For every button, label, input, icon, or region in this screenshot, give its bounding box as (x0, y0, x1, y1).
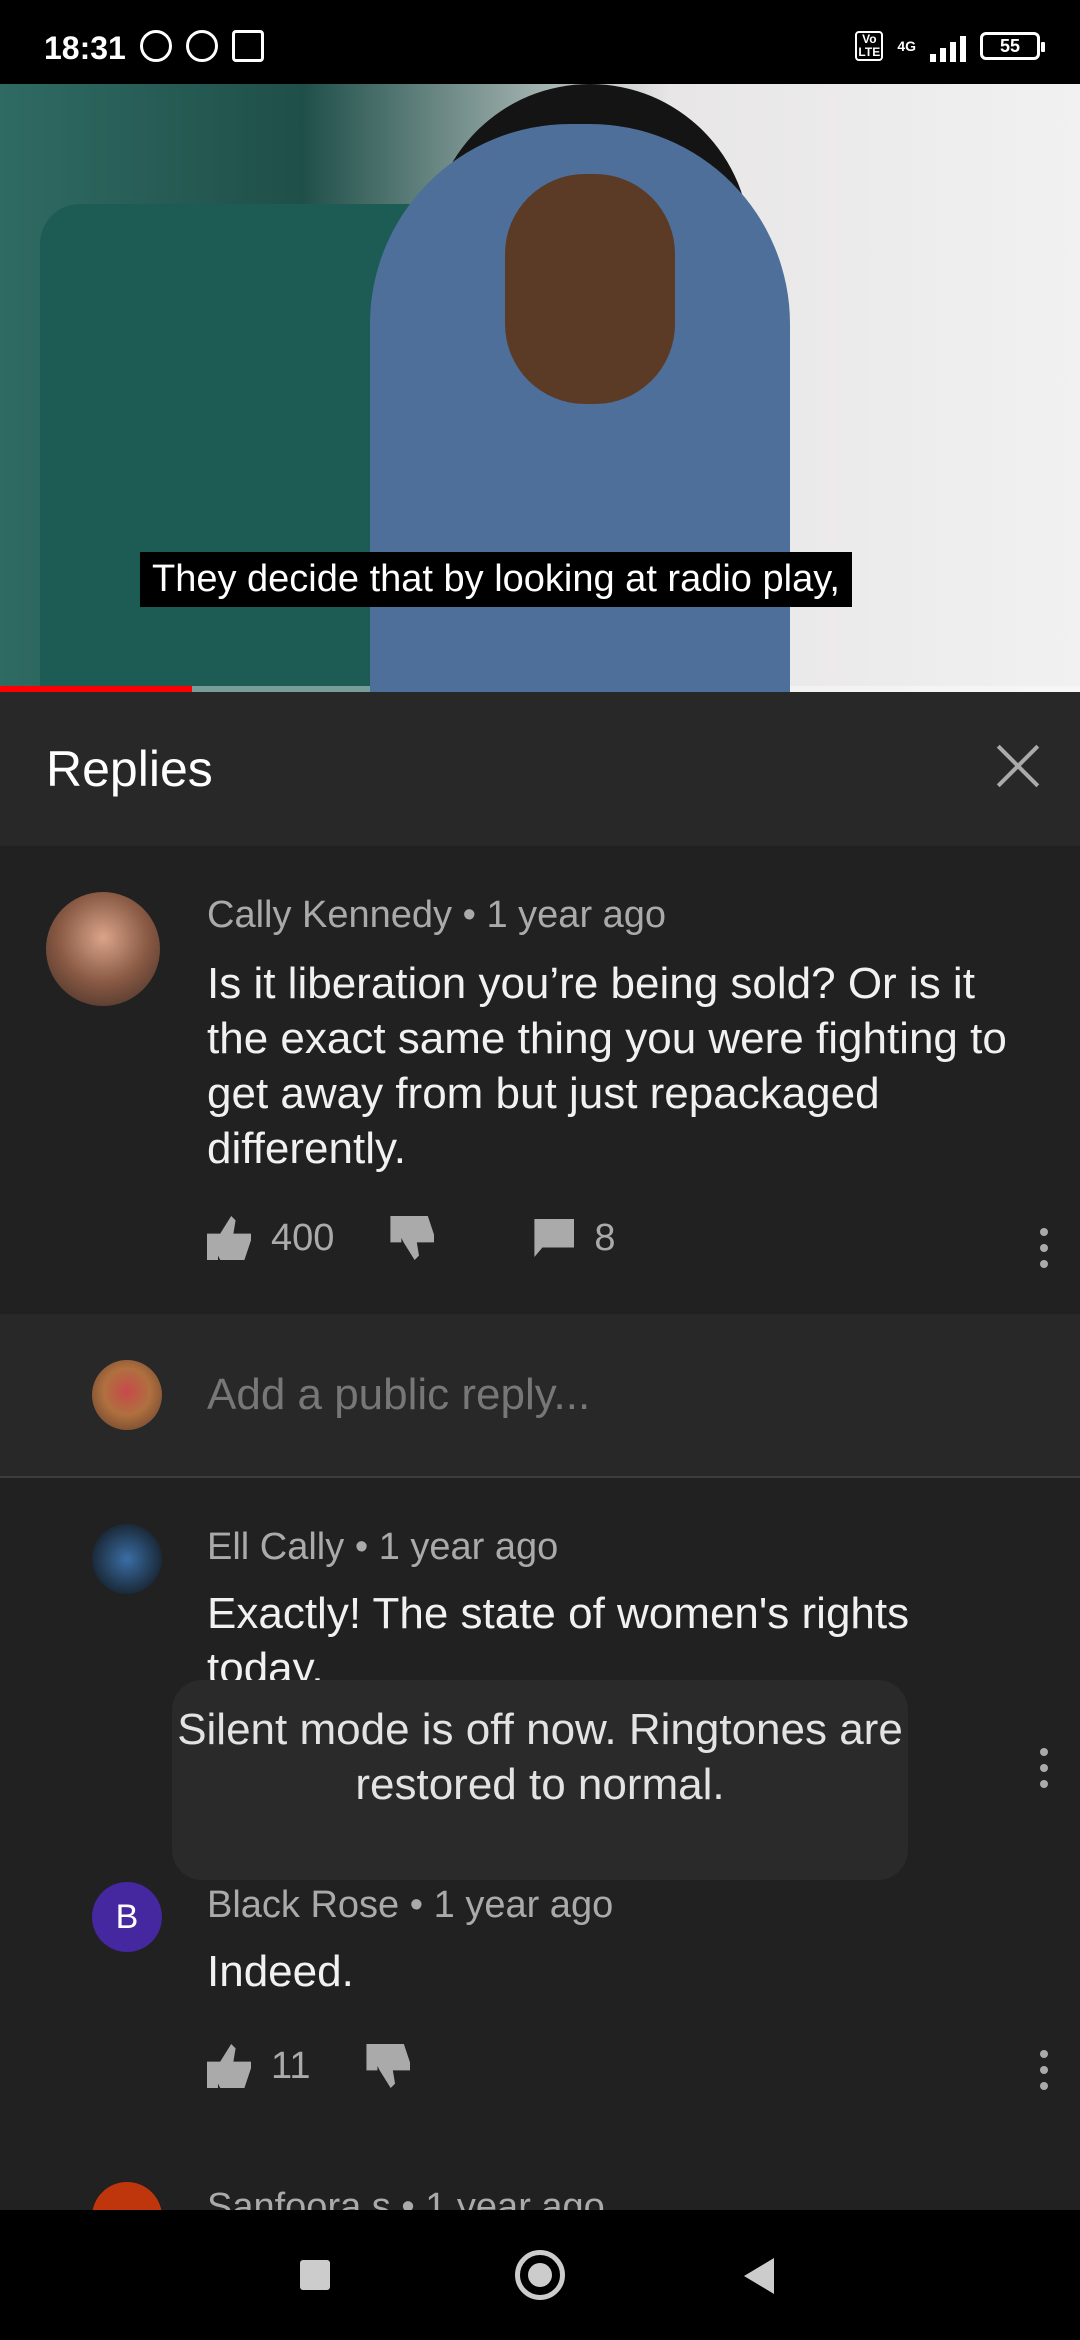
system-nav-bar (0, 2210, 1080, 2340)
meta-separator: • (354, 1526, 379, 1568)
reply-actions: 11 (207, 2044, 411, 2088)
status-icons-right: Vo LTE 4G 55 (855, 30, 1045, 62)
like-count: 11 (271, 2044, 311, 2087)
like-count: 400 (271, 1216, 335, 1259)
reply-author[interactable]: Ell Cally (207, 1526, 344, 1568)
avatar[interactable] (46, 892, 160, 1006)
like-icon[interactable] (207, 1216, 251, 1260)
avatar (92, 1360, 162, 1430)
battery-icon: 55 (980, 32, 1045, 60)
replies-icon[interactable] (534, 1219, 575, 1257)
replies-header: Replies (0, 692, 1080, 846)
parent-comment: Cally Kennedy • 1 year ago Is it liberat… (0, 846, 1080, 1314)
reply-count: 8 (594, 1216, 616, 1259)
more-options-icon[interactable] (1040, 2050, 1048, 2090)
home-icon[interactable] (515, 2250, 565, 2300)
reply-text: Indeed. (207, 1947, 354, 1996)
more-options-icon[interactable] (1040, 1748, 1048, 1788)
status-bar: 18:31 Vo LTE 4G 55 (0, 0, 1080, 84)
comment-age: 1 year ago (486, 894, 667, 936)
reply-text: Exactly! The state of women's rights tod… (207, 1589, 910, 1686)
back-icon[interactable] (744, 2258, 774, 2294)
reply-age: 1 year ago (378, 1526, 559, 1568)
reply-meta: Ell Cally • 1 year ago (207, 1526, 558, 1569)
status-icons-left (140, 30, 264, 62)
status-time: 18:31 (44, 30, 126, 66)
volte-icon: Vo LTE (855, 31, 884, 61)
comment-meta: Cally Kennedy • 1 year ago (207, 894, 666, 937)
meta-separator: • (462, 894, 487, 936)
comment-author[interactable]: Cally Kennedy (207, 894, 452, 936)
avatar[interactable] (92, 1524, 162, 1594)
recents-icon[interactable] (300, 2260, 330, 2290)
dislike-icon[interactable] (366, 2044, 411, 2088)
toast-message: Silent mode is off now. Ringtones are re… (172, 1680, 908, 1880)
alarm-icon (140, 30, 172, 62)
reply-input-row[interactable]: Add a public reply... (0, 1314, 1080, 1478)
reply-input[interactable]: Add a public reply... (207, 1370, 590, 1420)
reply-author[interactable]: Black Rose (207, 1884, 399, 1926)
comment-text: Is it liberation you’re being sold? Or i… (207, 959, 1007, 1173)
close-icon[interactable] (990, 738, 1046, 794)
meta-separator: • (409, 1884, 434, 1926)
video-caption: They decide that by looking at radio pla… (140, 552, 852, 607)
reply-meta: Black Rose • 1 year ago (207, 1884, 613, 1927)
replies-title: Replies (46, 741, 213, 797)
more-options-icon[interactable] (1040, 1228, 1048, 1268)
video-frame-face (505, 174, 675, 404)
like-icon[interactable] (207, 2044, 251, 2088)
network-type: 4G (897, 38, 916, 54)
signal-icon (930, 30, 966, 62)
check-circle-icon (186, 30, 218, 62)
reply-age: 1 year ago (433, 1884, 614, 1926)
dislike-icon[interactable] (390, 1216, 435, 1260)
avatar[interactable]: B (92, 1882, 162, 1952)
comment-actions: 400 8 (207, 1216, 616, 1260)
notification-icon (232, 30, 264, 62)
video-player[interactable]: They decide that by looking at radio pla… (0, 84, 1080, 692)
